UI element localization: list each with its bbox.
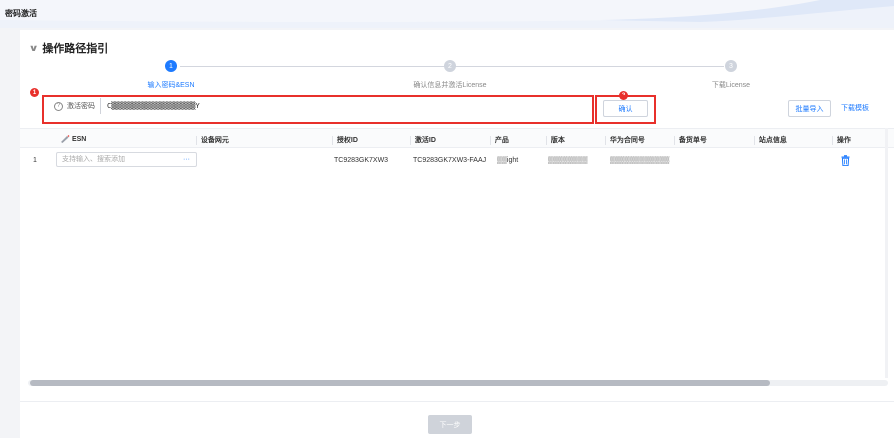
product-cell: ▒▒ight — [497, 157, 519, 164]
column-header-version-label: 版本 — [550, 137, 565, 144]
column-header-product-label: 产品 — [494, 137, 509, 144]
download-template-link[interactable]: 下载模板 — [841, 103, 869, 113]
section-title: 操作路径指引 — [42, 43, 109, 55]
column-header-stock-label: 备货单号 — [678, 137, 707, 144]
step-connector — [180, 66, 445, 67]
step-connector — [454, 66, 724, 67]
esn-input-placeholder: 支持输入、搜索添加 — [62, 156, 125, 163]
step-2-label: 确认信息并激活License — [413, 82, 487, 89]
column-header-site: 站点信息 — [754, 135, 787, 145]
esn-input[interactable]: 支持输入、搜索添加 ··· — [56, 152, 197, 167]
activation-id-cell: TC9283GK7XW3-FAAJ — [413, 157, 487, 164]
annotation-badge-1: 1 — [30, 88, 39, 97]
trash-icon[interactable] — [841, 155, 850, 166]
column-header-site-label: 站点信息 — [758, 137, 787, 144]
contract-cell: ▒▒▒▒▒▒▒▒▒▒▒▒ — [610, 157, 670, 164]
version-cell: ▒▒▒▒▒▒▒▒ — [548, 157, 588, 164]
step-3-dot: 3 — [725, 60, 737, 72]
column-header-version: 版本 — [546, 135, 565, 145]
question-circle-icon[interactable]: ? — [54, 101, 63, 111]
step-1-label: 输入密码&ESN — [147, 82, 195, 89]
horizontal-scrollbar-thumb[interactable] — [30, 380, 770, 386]
vertical-scrollbar[interactable] — [885, 128, 888, 378]
column-header-contract-label: 华为合同号 — [609, 137, 645, 144]
chevron-down-icon[interactable]: ∨ — [29, 43, 39, 54]
step-2-dot: 2 — [444, 60, 456, 72]
main-panel: ∨ 操作路径指引 1 输入密码&ESN 2 确认信息并激活License 3 下… — [20, 30, 894, 438]
column-header-product: 产品 — [490, 135, 509, 145]
step-3-label: 下载License — [711, 82, 751, 89]
table-header: ESN 设备网元 授权ID 激活ID 产品 版本 华为合同号 备货单号 站点信息… — [20, 128, 894, 148]
column-header-esn: ESN — [60, 135, 86, 143]
auth-id-cell: TC9283GK7XW3 — [334, 157, 389, 164]
confirm-button[interactable]: 确认 — [603, 100, 648, 117]
footer-bar: 下一步 — [20, 401, 894, 438]
column-header-contract: 华为合同号 — [605, 135, 645, 145]
column-header-auth-id: 授权ID — [332, 135, 358, 145]
column-header-device-label: 设备网元 — [200, 137, 229, 144]
next-step-button[interactable]: 下一步 — [428, 415, 472, 434]
batch-import-button[interactable]: 批量导入 — [788, 100, 831, 117]
column-header-action: 操作 — [832, 135, 851, 145]
header-wave-decoration — [0, 0, 894, 28]
column-header-auth-id-label: 授权ID — [336, 137, 358, 144]
section-header[interactable]: ∨ 操作路径指引 — [29, 40, 109, 56]
app-title: 密码激活 — [5, 9, 37, 18]
more-options-icon[interactable]: ··· — [183, 153, 190, 166]
column-header-device: 设备网元 — [196, 135, 229, 145]
password-label: 激活密码 — [67, 103, 95, 110]
edit-icon — [61, 135, 70, 143]
column-header-action-label: 操作 — [836, 137, 851, 144]
activation-password-input[interactable]: C▒▒▒▒▒▒▒▒▒▒▒▒▒▒▒▒▒▒▒▒Y — [100, 98, 585, 114]
column-header-activation-id: 激活ID — [410, 135, 436, 145]
password-label-row: ? 激活密码 — [54, 101, 95, 111]
horizontal-scrollbar[interactable] — [28, 380, 888, 386]
top-bar: 密码激活 — [0, 0, 894, 28]
column-header-esn-label: ESN — [71, 135, 87, 143]
row-index: 1 — [33, 157, 37, 164]
step-1-dot: 1 — [165, 60, 177, 72]
column-header-activation-id-label: 激活ID — [414, 137, 436, 144]
column-header-stock: 备货单号 — [674, 135, 707, 145]
table-row: 1 支持输入、搜索添加 ··· TC9283GK7XW3 TC9283GK7XW… — [20, 149, 894, 171]
